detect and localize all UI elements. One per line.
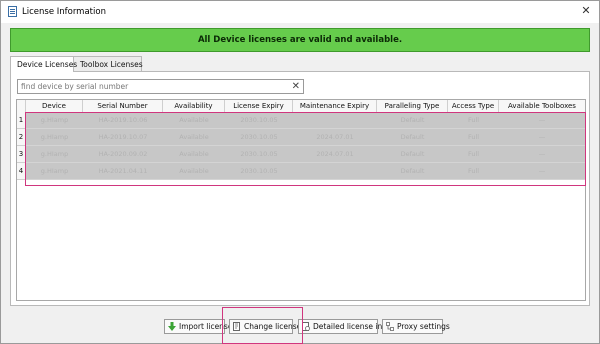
corner-cell	[17, 100, 26, 112]
cell-maintenance-expiry: 2024.07.01	[316, 150, 354, 158]
cell-access-type: Full	[467, 167, 480, 175]
close-button[interactable]: ✕	[579, 4, 593, 18]
column-header-access-type[interactable]: Access Type	[448, 100, 499, 112]
clear-search-icon[interactable]: ✕	[292, 80, 300, 93]
column-header-device[interactable]: Device	[26, 100, 83, 112]
import-license-label: Import license	[179, 322, 233, 331]
row-number[interactable]: 2	[17, 129, 26, 146]
button-bar: Import license Change license Detailed l…	[1, 319, 599, 335]
cell-available-toolboxes: —	[538, 116, 546, 124]
tab-device-licenses[interactable]: Device Licenses	[10, 56, 77, 72]
cell-license-expiry: 2030.10.05	[240, 150, 278, 158]
license-edit-icon	[233, 322, 240, 331]
search-input[interactable]: find device by serial number ✕	[17, 79, 304, 94]
cell-available-toolboxes: —	[538, 150, 546, 158]
cell-access-type: Full	[467, 116, 480, 124]
cell-available-toolboxes: —	[538, 133, 546, 141]
cell-available-toolboxes: —	[538, 167, 546, 175]
proxy-settings-button[interactable]: Proxy settings	[382, 319, 450, 334]
table-row[interactable]: g.HIamp HA-2020.09.02 Available 2030.10.…	[26, 146, 585, 163]
cell-availability: Available	[179, 167, 209, 175]
row-number[interactable]: 4	[17, 163, 26, 180]
cell-paralleling-type: Default	[400, 133, 425, 141]
device-licenses-panel: find device by serial number ✕ Device Se…	[10, 71, 590, 306]
table-row[interactable]: g.HIamp HA-2021.04.11 Available 2030.10.…	[26, 163, 585, 180]
table-row[interactable]: g.HIamp HA-2019.10.06 Available 2030.10.…	[26, 112, 585, 129]
cell-license-expiry: 2030.10.05	[240, 167, 278, 175]
cell-availability: Available	[179, 116, 209, 124]
cell-maintenance-expiry: 2024.07.01	[316, 133, 354, 141]
cell-access-type: Full	[467, 133, 480, 141]
document-icon	[8, 6, 17, 17]
cell-maintenance-expiry	[293, 112, 377, 128]
network-icon	[386, 322, 394, 331]
green-down-arrow-icon	[168, 322, 176, 331]
row-number[interactable]: 3	[17, 146, 26, 163]
window-title: License Information	[22, 7, 106, 17]
cell-serial-number: HA-2020.09.02	[98, 150, 148, 158]
column-header-license-expiry[interactable]: License Expiry	[225, 100, 293, 112]
title-bar: License Information ✕	[1, 1, 599, 23]
cell-paralleling-type: Default	[400, 150, 425, 158]
cell-paralleling-type: Default	[400, 116, 425, 124]
cell-device: g.HIamp	[40, 116, 69, 124]
import-license-button[interactable]: Import license	[164, 319, 232, 334]
column-header-availability[interactable]: Availability	[163, 100, 225, 112]
column-header-serial-number[interactable]: Serial Number	[83, 100, 163, 112]
cell-serial-number: HA-2021.04.11	[98, 167, 148, 175]
license-info-icon	[302, 322, 310, 331]
row-number[interactable]: 1	[17, 112, 26, 129]
detailed-license-info-label: Detailed license info	[313, 322, 390, 331]
column-header-paralleling-type[interactable]: Paralleling Type	[377, 100, 448, 112]
cell-device: g.HIamp	[40, 167, 69, 175]
cell-availability: Available	[179, 150, 209, 158]
cell-license-expiry: 2030.10.05	[240, 133, 278, 141]
cell-serial-number: HA-2019.10.06	[98, 116, 148, 124]
change-license-button[interactable]: Change license	[229, 319, 301, 334]
table-row[interactable]: g.HIamp HA-2019.10.07 Available 2030.10.…	[26, 129, 585, 146]
cell-paralleling-type: Default	[400, 167, 425, 175]
cell-device: g.HIamp	[40, 150, 69, 158]
column-header-available-toolboxes[interactable]: Available Toolboxes	[499, 100, 585, 112]
change-license-label: Change license	[244, 322, 302, 331]
cell-availability: Available	[179, 133, 209, 141]
tab-toolbox-licenses[interactable]: Toolbox Licenses	[73, 56, 143, 71]
license-information-window: License Information ✕ All Device license…	[0, 0, 600, 344]
proxy-settings-label: Proxy settings	[397, 322, 450, 331]
cell-serial-number: HA-2019.10.07	[98, 133, 148, 141]
cell-device: g.HIamp	[40, 133, 69, 141]
detailed-license-info-button[interactable]: Detailed license info	[298, 319, 389, 334]
column-header-maintenance-expiry[interactable]: Maintenance Expiry	[293, 100, 377, 112]
license-table: Device Serial Number Availability Licens…	[16, 99, 586, 301]
cell-license-expiry: 2030.10.05	[240, 116, 278, 124]
status-banner: All Device licenses are valid and availa…	[10, 28, 590, 52]
cell-access-type: Full	[467, 150, 480, 158]
search-placeholder: find device by serial number	[21, 82, 129, 91]
cell-maintenance-expiry	[293, 163, 377, 179]
